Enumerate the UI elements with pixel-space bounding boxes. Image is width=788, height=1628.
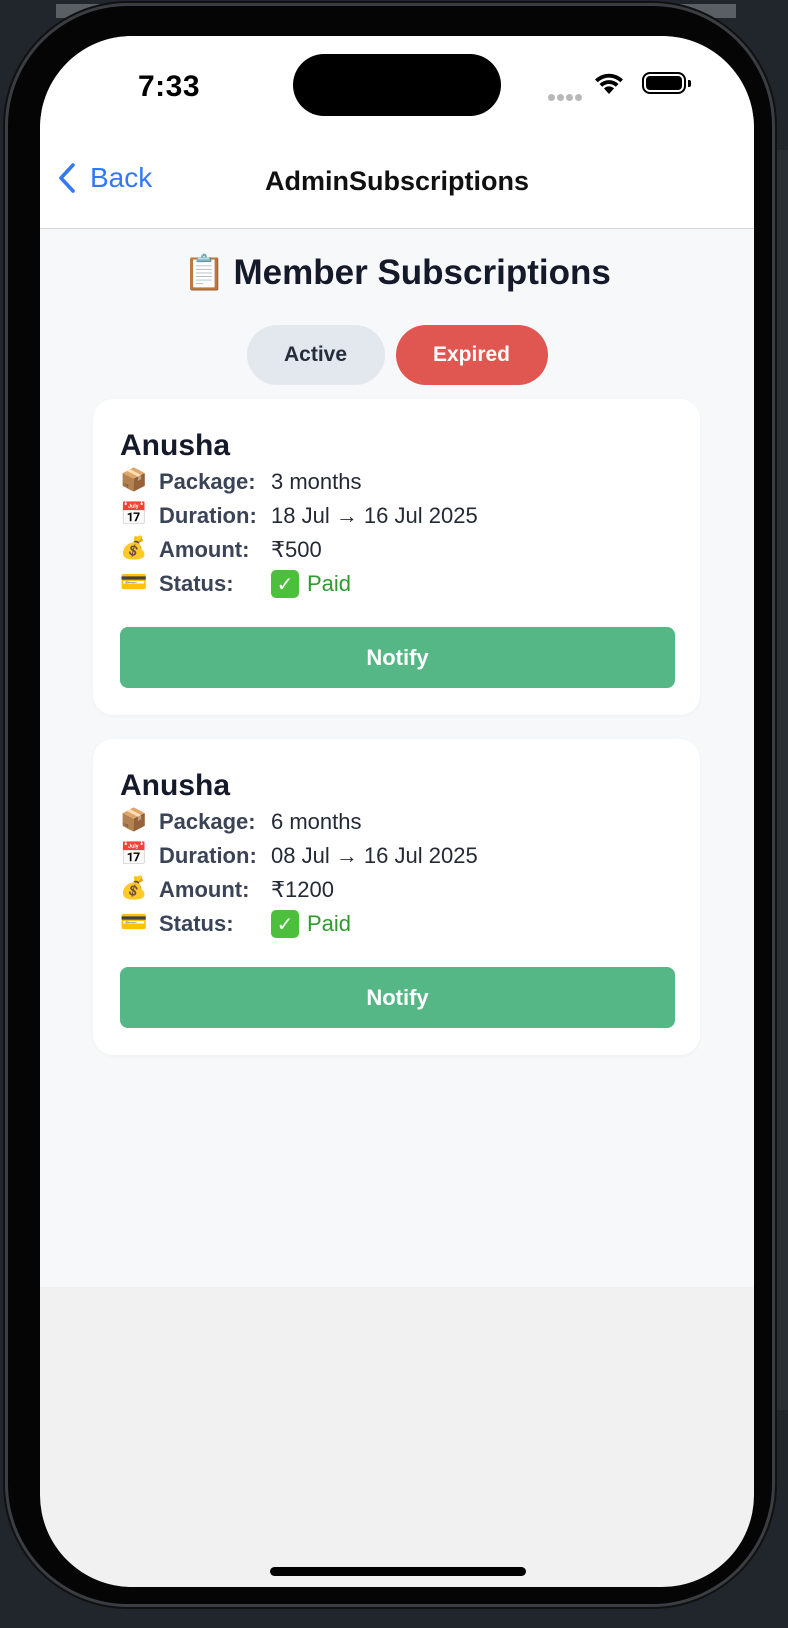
battery-icon bbox=[642, 72, 691, 94]
member-name: Anusha bbox=[120, 429, 231, 462]
status-time: 7:33 bbox=[138, 70, 201, 103]
money-bag-icon: 💰 bbox=[120, 535, 148, 560]
amount-value: ₹1200 bbox=[271, 877, 334, 902]
dynamic-island bbox=[293, 54, 501, 116]
credit-card-icon: 💳 bbox=[120, 569, 148, 594]
credit-card-icon: 💳 bbox=[120, 909, 148, 934]
notify-button[interactable]: Notify bbox=[120, 627, 675, 688]
subscription-card: Anusha 📦 Package: 6 months 📅 Duration: 0… bbox=[93, 739, 700, 1055]
phone-screen: 7:33 Back AdminSubscriptions 📋 Member Su… bbox=[40, 36, 754, 1587]
status-text: Paid bbox=[307, 911, 352, 936]
duration-row: 📅 Duration: 08 Jul → 16 Jul 2025 bbox=[120, 839, 478, 873]
package-row: 📦 Package: 6 months bbox=[120, 805, 362, 839]
nav-title: AdminSubscriptions bbox=[264, 166, 529, 196]
amount-value: ₹500 bbox=[271, 537, 322, 562]
filter-tabs: Active Expired bbox=[40, 325, 754, 385]
amount-label: Amount: bbox=[159, 877, 250, 902]
calendar-icon: 📅 bbox=[120, 841, 148, 866]
status-value: ✓ Paid bbox=[271, 910, 351, 938]
home-indicator[interactable] bbox=[270, 1567, 526, 1576]
package-value: 3 months bbox=[271, 469, 362, 494]
package-icon: 📦 bbox=[120, 807, 148, 832]
status-value: ✓ Paid bbox=[271, 570, 351, 598]
phone-frame: 7:33 Back AdminSubscriptions 📋 Member Su… bbox=[8, 6, 772, 1604]
check-icon: ✓ bbox=[271, 570, 299, 598]
page-title-row: 📋 Member Subscriptions bbox=[40, 253, 754, 293]
package-value: 6 months bbox=[271, 809, 362, 834]
wifi-icon bbox=[592, 72, 626, 101]
calendar-icon: 📅 bbox=[120, 501, 148, 526]
check-icon: ✓ bbox=[271, 910, 299, 938]
amount-label: Amount: bbox=[159, 537, 250, 562]
main-content: 📋 Member Subscriptions Active Expired Anu… bbox=[40, 229, 754, 1287]
package-icon: 📦 bbox=[120, 467, 148, 492]
amount-row: 💰 Amount: ₹500 bbox=[120, 533, 322, 567]
package-label: Package: bbox=[159, 469, 256, 494]
notify-button[interactable]: Notify bbox=[120, 967, 675, 1028]
navigation-bar: Back AdminSubscriptions bbox=[40, 136, 754, 229]
clipboard-icon: 📋 bbox=[183, 254, 226, 292]
duration-label: Duration: bbox=[159, 503, 257, 528]
duration-value: 18 Jul → 16 Jul 2025 bbox=[271, 503, 478, 528]
status-label: Status: bbox=[159, 571, 234, 596]
cellular-signal-icon bbox=[548, 88, 584, 106]
status-row: 💳 Status: ✓ Paid bbox=[120, 907, 351, 941]
status-text: Paid bbox=[307, 571, 352, 596]
duration-row: 📅 Duration: 18 Jul → 16 Jul 2025 bbox=[120, 499, 478, 533]
page-title: Member Subscriptions bbox=[233, 253, 611, 292]
status-label: Status: bbox=[159, 911, 234, 936]
duration-value: 08 Jul → 16 Jul 2025 bbox=[271, 843, 478, 868]
status-row: 💳 Status: ✓ Paid bbox=[120, 567, 351, 601]
member-name: Anusha bbox=[120, 769, 231, 802]
package-label: Package: bbox=[159, 809, 256, 834]
duration-label: Duration: bbox=[159, 843, 257, 868]
tab-expired[interactable]: Expired bbox=[395, 325, 548, 385]
subscription-card: Anusha 📦 Package: 3 months 📅 Duration: 1… bbox=[93, 399, 700, 715]
amount-row: 💰 Amount: ₹1200 bbox=[120, 873, 334, 907]
money-bag-icon: 💰 bbox=[120, 875, 148, 900]
tab-active[interactable]: Active bbox=[246, 325, 385, 385]
package-row: 📦 Package: 3 months bbox=[120, 465, 362, 499]
